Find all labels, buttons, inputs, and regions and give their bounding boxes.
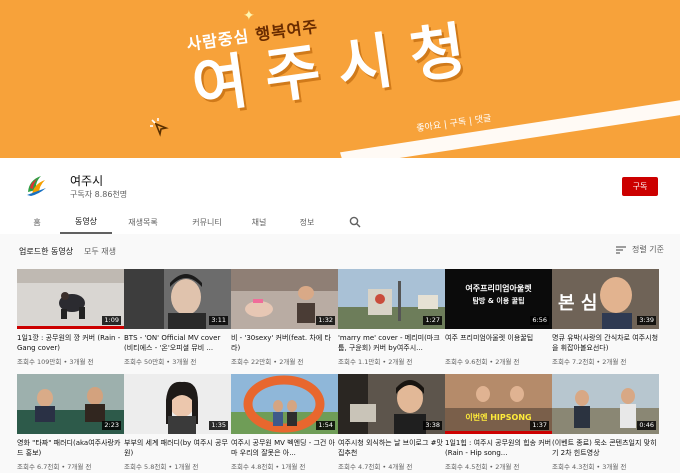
- thumb-caption-line2: 탐방 & 이용 꿀팁: [472, 296, 524, 305]
- video-title[interactable]: 1일1깡 : 공무원의 깡 커버 (Rain - Gang cover): [17, 334, 124, 353]
- video-card[interactable]: 1:27 'marry me' cover - 메리미(마크툽, 구윤회) 커버…: [338, 269, 445, 366]
- video-duration: 1:09: [102, 316, 121, 325]
- video-title[interactable]: 'marry me' cover - 메리미(마크툽, 구윤회) 커버 by여주…: [338, 334, 445, 353]
- thumb-caption-line1: 여주프리미엄아울렛: [465, 283, 532, 293]
- video-thumbnail[interactable]: 1:35: [124, 374, 231, 434]
- watch-progress: [17, 326, 124, 329]
- video-card[interactable]: 이번엔 HIPSONG 1:37 1일1힙 : 여주시 공무원의 힙송 커버 (…: [445, 374, 552, 471]
- video-meta: 조회수 4.7천회 • 4개월 전: [338, 463, 413, 471]
- sort-icon: [616, 245, 626, 254]
- video-thumbnail[interactable]: 3:11: [124, 269, 231, 329]
- video-duration: 1:54: [316, 421, 335, 430]
- video-meta: 조회수 4.3천회 • 3개월 전: [552, 463, 627, 471]
- video-thumbnail[interactable]: 1:09: [17, 269, 124, 329]
- thumb-caption: 본 심: [558, 293, 597, 314]
- video-card[interactable]: 1:35 부부의 세계 패러디(by 여주시 공무원) 조회수 5.8천회 • …: [124, 374, 231, 471]
- subscriber-count: 구독자 8.86천명: [70, 190, 128, 199]
- channel-header: 여주시 구독자 8.86천명 구독 홈 동영상 재생목록 커뮤니티 채널 정보: [0, 158, 680, 234]
- video-meta: 조회수 5.8천회 • 1개월 전: [124, 463, 199, 471]
- video-card[interactable]: 3:38 여주시청 외식하는 날 브이로그 #맛집추천 조회수 4.7천회 • …: [338, 374, 445, 471]
- video-duration: 0:46: [637, 421, 656, 430]
- video-thumbnail[interactable]: 1:27: [338, 269, 445, 329]
- section-title: 업로드한 동영상: [19, 247, 74, 256]
- video-meta: 조회수 7.2천회 • 2개월 전: [552, 358, 627, 366]
- video-thumbnail[interactable]: 2:23: [17, 374, 124, 434]
- tab-community[interactable]: 커뮤니티: [182, 210, 232, 234]
- video-card[interactable]: 3:11 BTS - 'ON' Official MV cover (비티에스 …: [124, 269, 231, 366]
- video-title[interactable]: 여주시 공무원 MV 벡엔딩 - 그건 아마 우리의 잘못은 아...: [231, 439, 338, 458]
- video-duration: 3:39: [637, 316, 656, 325]
- video-title[interactable]: (이벤트 종료) 묵소 콘텐츠일지 맞히기 2차 힌트영상: [552, 439, 659, 458]
- video-meta: 조회수 1.1만회 • 2개월 전: [338, 358, 413, 366]
- video-title[interactable]: 비 - '30sexy' 커버(feat. 차에 타라): [231, 334, 338, 353]
- video-thumbnail[interactable]: 여주프리미엄아울렛탐방 & 이용 꿀팁 6:56: [445, 269, 552, 329]
- channel-name[interactable]: 여주시: [70, 172, 103, 189]
- channel-avatar[interactable]: [19, 168, 53, 202]
- tab-playlists[interactable]: 재생목록: [120, 210, 166, 234]
- video-duration: 1:32: [316, 316, 335, 325]
- video-thumbnail[interactable]: 이번엔 HIPSONG 1:37: [445, 374, 552, 434]
- video-thumbnail[interactable]: 1:54: [231, 374, 338, 434]
- video-meta: 조회수 109만회 • 3개월 전: [17, 358, 94, 366]
- video-meta: 조회수 4.5천회 • 2개월 전: [445, 463, 520, 471]
- video-duration: 1:27: [423, 316, 442, 325]
- video-card[interactable]: 1:32 비 - '30sexy' 커버(feat. 차에 타라) 조회수 22…: [231, 269, 338, 366]
- video-title[interactable]: 여주 프리미엄아울렛 이용꿀팁: [445, 334, 552, 353]
- thumb-caption: 이번엔 HIPSONG: [465, 412, 531, 422]
- video-meta: 조회수 6.7천회 • 7개월 전: [17, 463, 92, 471]
- search-icon[interactable]: [349, 216, 361, 228]
- video-card[interactable]: 여주프리미엄아울렛탐방 & 이용 꿀팁 6:56 여주 프리미엄아울렛 이용꿀팁…: [445, 269, 552, 366]
- video-card[interactable]: 0:46 (이벤트 종료) 묵소 콘텐츠일지 맞히기 2차 힌트영상 조회수 4…: [552, 374, 659, 471]
- tab-home[interactable]: 홈: [24, 210, 50, 234]
- channel-tabs: 홈 동영상 재생목록 커뮤니티 채널 정보: [0, 210, 680, 234]
- video-card[interactable]: 1:54 여주시 공무원 MV 벡엔딩 - 그건 아마 우리의 잘못은 아...…: [231, 374, 338, 471]
- video-title[interactable]: 부부의 세계 패러디(by 여주시 공무원): [124, 439, 231, 458]
- video-meta: 조회수 9.6천회 • 2개월 전: [445, 358, 520, 366]
- video-meta: 조회수 4.8천회 • 1개월 전: [231, 463, 306, 471]
- video-title[interactable]: BTS - 'ON' Official MV cover (비티에스 - '온'…: [124, 334, 231, 353]
- tab-channels[interactable]: 채널: [244, 210, 274, 234]
- video-thumbnail[interactable]: 0:46: [552, 374, 659, 434]
- video-meta: 조회수 22만회 • 2개월 전: [231, 358, 304, 366]
- cursor-click-icon: [150, 118, 169, 137]
- video-title[interactable]: 영화 "타짜" 패러디(aka여주사랑카드 홍보): [17, 439, 124, 458]
- video-thumbnail[interactable]: 3:38: [338, 374, 445, 434]
- video-duration: 2:23: [102, 421, 121, 430]
- video-title[interactable]: 1일1힙 : 여주시 공무원의 힙송 커버 (Rain - Hip song..…: [445, 439, 552, 458]
- tab-videos[interactable]: 동영상: [60, 210, 112, 234]
- subscribe-button[interactable]: 구독: [622, 177, 658, 196]
- video-card[interactable]: 1:09 1일1깡 : 공무원의 깡 커버 (Rain - Gang cover…: [17, 269, 124, 366]
- watch-progress: [445, 431, 552, 434]
- video-title[interactable]: 여주시청 외식하는 날 브이로그 #맛집추천: [338, 439, 445, 458]
- video-duration: 3:38: [423, 421, 442, 430]
- video-card[interactable]: 본 심 3:39 명큐 유박(사랑의 간식차로 여주시청을 휘잡아볼요선다) 조…: [552, 269, 659, 366]
- video-duration: 6:56: [530, 316, 549, 325]
- video-duration: 3:11: [209, 316, 228, 325]
- video-meta: 조회수 50만회 • 3개월 전: [124, 358, 197, 366]
- video-duration: 1:35: [209, 421, 228, 430]
- video-thumbnail[interactable]: 1:32: [231, 269, 338, 329]
- tab-about[interactable]: 정보: [292, 210, 322, 234]
- video-thumbnail[interactable]: 본 심 3:39: [552, 269, 659, 329]
- video-duration: 1:37: [530, 421, 549, 430]
- sort-button[interactable]: 정렬 기준: [616, 244, 664, 255]
- play-all-button[interactable]: 모두 재생: [84, 246, 116, 257]
- video-title[interactable]: 명큐 유박(사랑의 간식차로 여주시청을 휘잡아볼요선다): [552, 334, 659, 353]
- channel-banner: ✦ 사람중심 행복여주 여주시청 좋아요 | 구독 | 댓글: [0, 0, 680, 158]
- video-card[interactable]: 2:23 영화 "타짜" 패러디(aka여주사랑카드 홍보) 조회수 6.7천회…: [17, 374, 124, 471]
- sort-label: 정렬 기준: [632, 245, 664, 254]
